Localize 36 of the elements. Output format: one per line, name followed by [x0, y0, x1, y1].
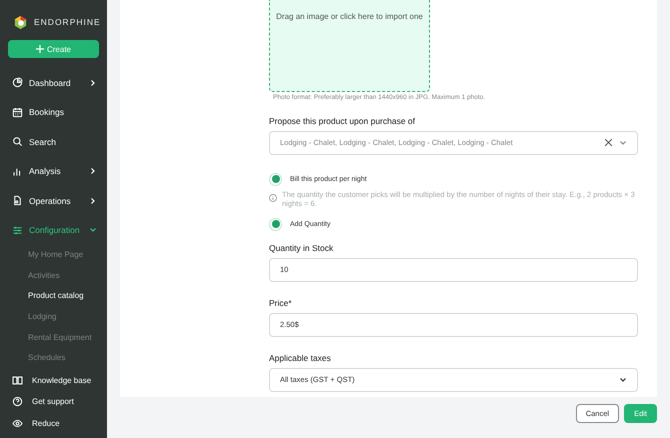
chevron-down-icon: [619, 376, 627, 384]
field-label: Propose this product upon purchase of: [269, 116, 416, 126]
nav-item[interactable]: Configuration: [0, 216, 107, 245]
image-dropzone[interactable]: Drag an image or click here to import one: [269, 0, 430, 92]
nav-item[interactable]: Operations: [0, 186, 107, 216]
footer-link[interactable]: Get support: [0, 391, 107, 412]
toggle[interactable]: [269, 172, 282, 186]
plus-icon: [36, 45, 44, 53]
chevron-right-icon: [89, 78, 97, 87]
footer-link[interactable]: Knowledge base: [0, 370, 107, 391]
nav-item[interactable]: Search: [0, 127, 107, 156]
pie-chart-icon: [12, 77, 23, 88]
field-label: Price*: [269, 298, 293, 308]
chevron-right-icon: [89, 167, 97, 176]
nav-item[interactable]: Analysis: [0, 156, 107, 186]
search-icon: [12, 136, 23, 148]
document-icon: [12, 195, 23, 206]
book-icon: [12, 374, 23, 386]
chevron-right-icon: [89, 196, 97, 205]
nav-item[interactable]: Dashboard: [0, 68, 107, 98]
logo-icon: [13, 14, 28, 30]
sliders-icon: [12, 224, 23, 236]
nav-subitem[interactable]: Product catalog: [0, 286, 107, 308]
toggle[interactable]: [269, 218, 282, 230]
calendar-icon: [12, 106, 23, 118]
footer-link[interactable]: Reduce: [0, 412, 107, 434]
field-label: Quantity in Stock: [269, 242, 334, 252]
field-label: Applicable taxes: [269, 352, 332, 362]
clear-icon: [604, 138, 613, 147]
help-icon: [12, 396, 23, 408]
eye-icon: [12, 418, 23, 429]
chevron-down-icon: [89, 226, 97, 234]
nav-item[interactable]: Bookings: [0, 98, 107, 127]
info-icon: [269, 194, 277, 202]
brand-name: ENDORPHINE: [34, 17, 101, 27]
chevron-down-icon: [619, 138, 627, 146]
